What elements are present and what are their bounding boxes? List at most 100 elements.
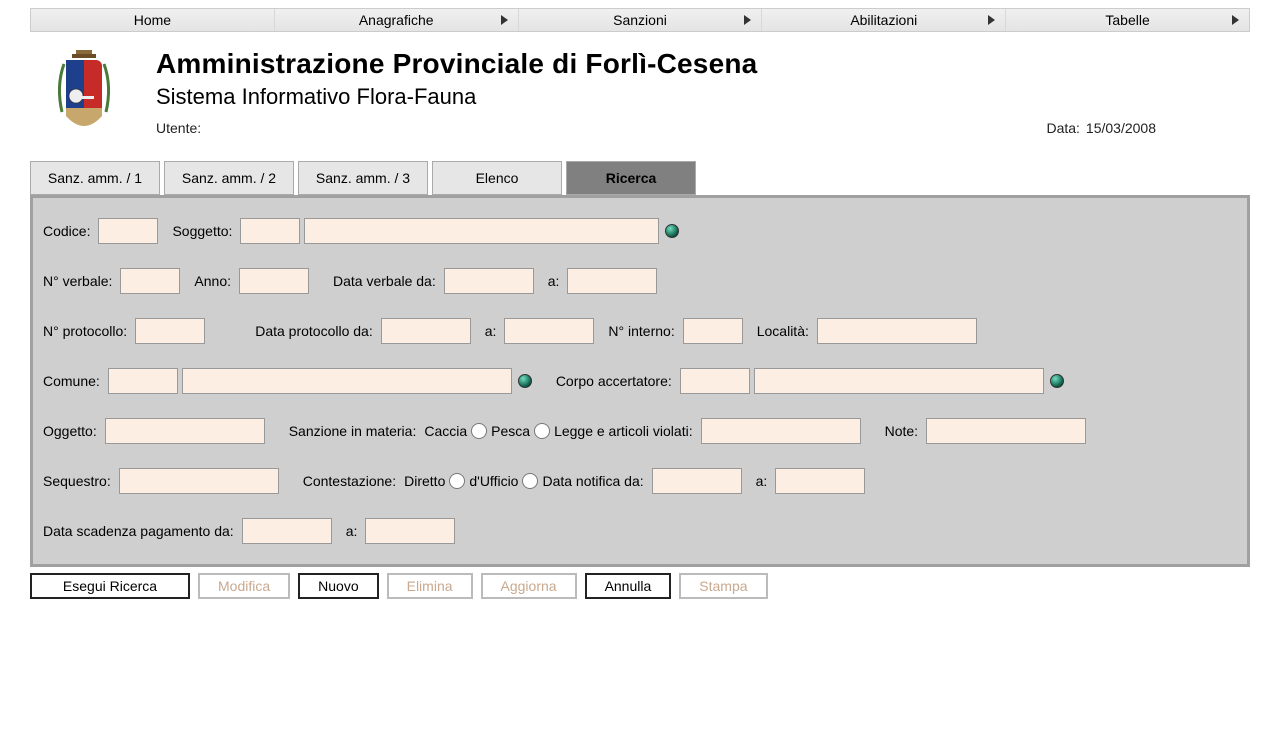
data-protocollo-a-label: a: [485,323,497,339]
lookup-icon[interactable] [1050,374,1064,388]
menubar: Home Anagrafiche Sanzioni Abilitazioni T… [30,8,1250,32]
user-label: Utente: [156,120,201,136]
elimina-button: Elimina [387,573,473,599]
tab-ricerca[interactable]: Ricerca [566,161,696,195]
menu-label: Sanzioni [613,12,667,28]
tab-sanz-amm-3[interactable]: Sanz. amm. / 3 [298,161,428,195]
legge-label: Legge e articoli violati: [554,423,693,439]
ufficio-radio[interactable] [522,473,538,489]
pesca-radio[interactable] [534,423,550,439]
n-interno-label: N° interno: [608,323,674,339]
data-verbale-a-label: a: [548,273,560,289]
legge-input[interactable] [701,418,861,444]
button-label: Aggiorna [501,578,557,594]
n-protocollo-input[interactable] [135,318,205,344]
pesca-label: Pesca [491,423,530,439]
soggetto-code-input[interactable] [240,218,300,244]
tab-label: Ricerca [606,170,657,186]
data-scadenza-a-input[interactable] [365,518,455,544]
anno-input[interactable] [239,268,309,294]
page-subtitle: Sistema Informativo Flora-Fauna [156,84,1250,110]
comune-code-input[interactable] [108,368,178,394]
data-notifica-da-input[interactable] [652,468,742,494]
sequestro-input[interactable] [119,468,279,494]
tab-bar: Sanz. amm. / 1 Sanz. amm. / 2 Sanz. amm.… [30,161,1250,195]
button-label: Esegui Ricerca [63,578,157,594]
codice-input[interactable] [98,218,158,244]
menu-anagrafiche[interactable]: Anagrafiche [275,9,519,31]
esegui-ricerca-button[interactable]: Esegui Ricerca [30,573,190,599]
oggetto-label: Oggetto: [43,423,97,439]
caccia-radio[interactable] [471,423,487,439]
menu-label: Home [134,12,171,28]
data-verbale-a-input[interactable] [567,268,657,294]
button-label: Elimina [407,578,453,594]
data-scadenza-label: Data scadenza pagamento da: [43,523,234,539]
menu-abilitazioni[interactable]: Abilitazioni [762,9,1006,31]
caccia-label: Caccia [424,423,467,439]
n-protocollo-label: N° protocollo: [43,323,127,339]
header: Amministrazione Provinciale di Forlì-Ces… [30,46,1250,139]
ufficio-label: d'Ufficio [469,473,518,489]
menu-label: Anagrafiche [359,12,434,28]
localita-input[interactable] [817,318,977,344]
codice-label: Codice: [43,223,90,239]
menu-label: Tabelle [1105,12,1149,28]
comune-desc-input[interactable] [182,368,512,394]
chevron-right-icon [744,15,751,25]
data-verbale-da-input[interactable] [444,268,534,294]
note-input[interactable] [926,418,1086,444]
tab-sanz-amm-2[interactable]: Sanz. amm. / 2 [164,161,294,195]
date-value: 15/03/2008 [1086,120,1156,136]
corpo-accertatore-label: Corpo accertatore: [556,373,672,389]
data-notifica-a-label: a: [756,473,768,489]
soggetto-desc-input[interactable] [304,218,659,244]
chevron-right-icon [1232,15,1239,25]
menu-tabelle[interactable]: Tabelle [1006,9,1249,31]
chevron-right-icon [501,15,508,25]
soggetto-label: Soggetto: [172,223,232,239]
date-label: Data: [1046,120,1079,136]
n-interno-input[interactable] [683,318,743,344]
tab-label: Sanz. amm. / 1 [48,170,142,186]
data-protocollo-da-label: Data protocollo da: [255,323,373,339]
menu-label: Abilitazioni [850,12,917,28]
modifica-button: Modifica [198,573,290,599]
data-protocollo-a-input[interactable] [504,318,594,344]
data-notifica-a-input[interactable] [775,468,865,494]
button-bar: Esegui Ricerca Modifica Nuovo Elimina Ag… [30,573,1250,599]
stampa-button: Stampa [679,573,767,599]
nuovo-button[interactable]: Nuovo [298,573,378,599]
button-label: Annulla [605,578,652,594]
search-panel: Codice: Soggetto: N° verbale: Anno: Data… [30,195,1250,567]
aggiorna-button: Aggiorna [481,573,577,599]
diretto-radio[interactable] [449,473,465,489]
chevron-right-icon [988,15,995,25]
button-label: Modifica [218,578,270,594]
data-scadenza-a-label: a: [346,523,358,539]
data-verbale-da-label: Data verbale da: [333,273,436,289]
data-protocollo-da-input[interactable] [381,318,471,344]
oggetto-input[interactable] [105,418,265,444]
anno-label: Anno: [194,273,231,289]
tab-label: Sanz. amm. / 2 [182,170,276,186]
crest-icon [48,46,120,139]
page-title: Amministrazione Provinciale di Forlì-Ces… [156,48,1250,80]
data-scadenza-da-input[interactable] [242,518,332,544]
localita-label: Località: [757,323,809,339]
menu-home[interactable]: Home [31,9,275,31]
contestazione-label: Contestazione: [303,473,396,489]
corpo-desc-input[interactable] [754,368,1044,394]
tab-sanz-amm-1[interactable]: Sanz. amm. / 1 [30,161,160,195]
diretto-label: Diretto [404,473,445,489]
lookup-icon[interactable] [518,374,532,388]
n-verbale-input[interactable] [120,268,180,294]
sanzione-materia-label: Sanzione in materia: [289,423,417,439]
lookup-icon[interactable] [665,224,679,238]
corpo-code-input[interactable] [680,368,750,394]
menu-sanzioni[interactable]: Sanzioni [519,9,763,31]
n-verbale-label: N° verbale: [43,273,112,289]
annulla-button[interactable]: Annulla [585,573,672,599]
tab-elenco[interactable]: Elenco [432,161,562,195]
data-notifica-da-label: Data notifica da: [542,473,643,489]
